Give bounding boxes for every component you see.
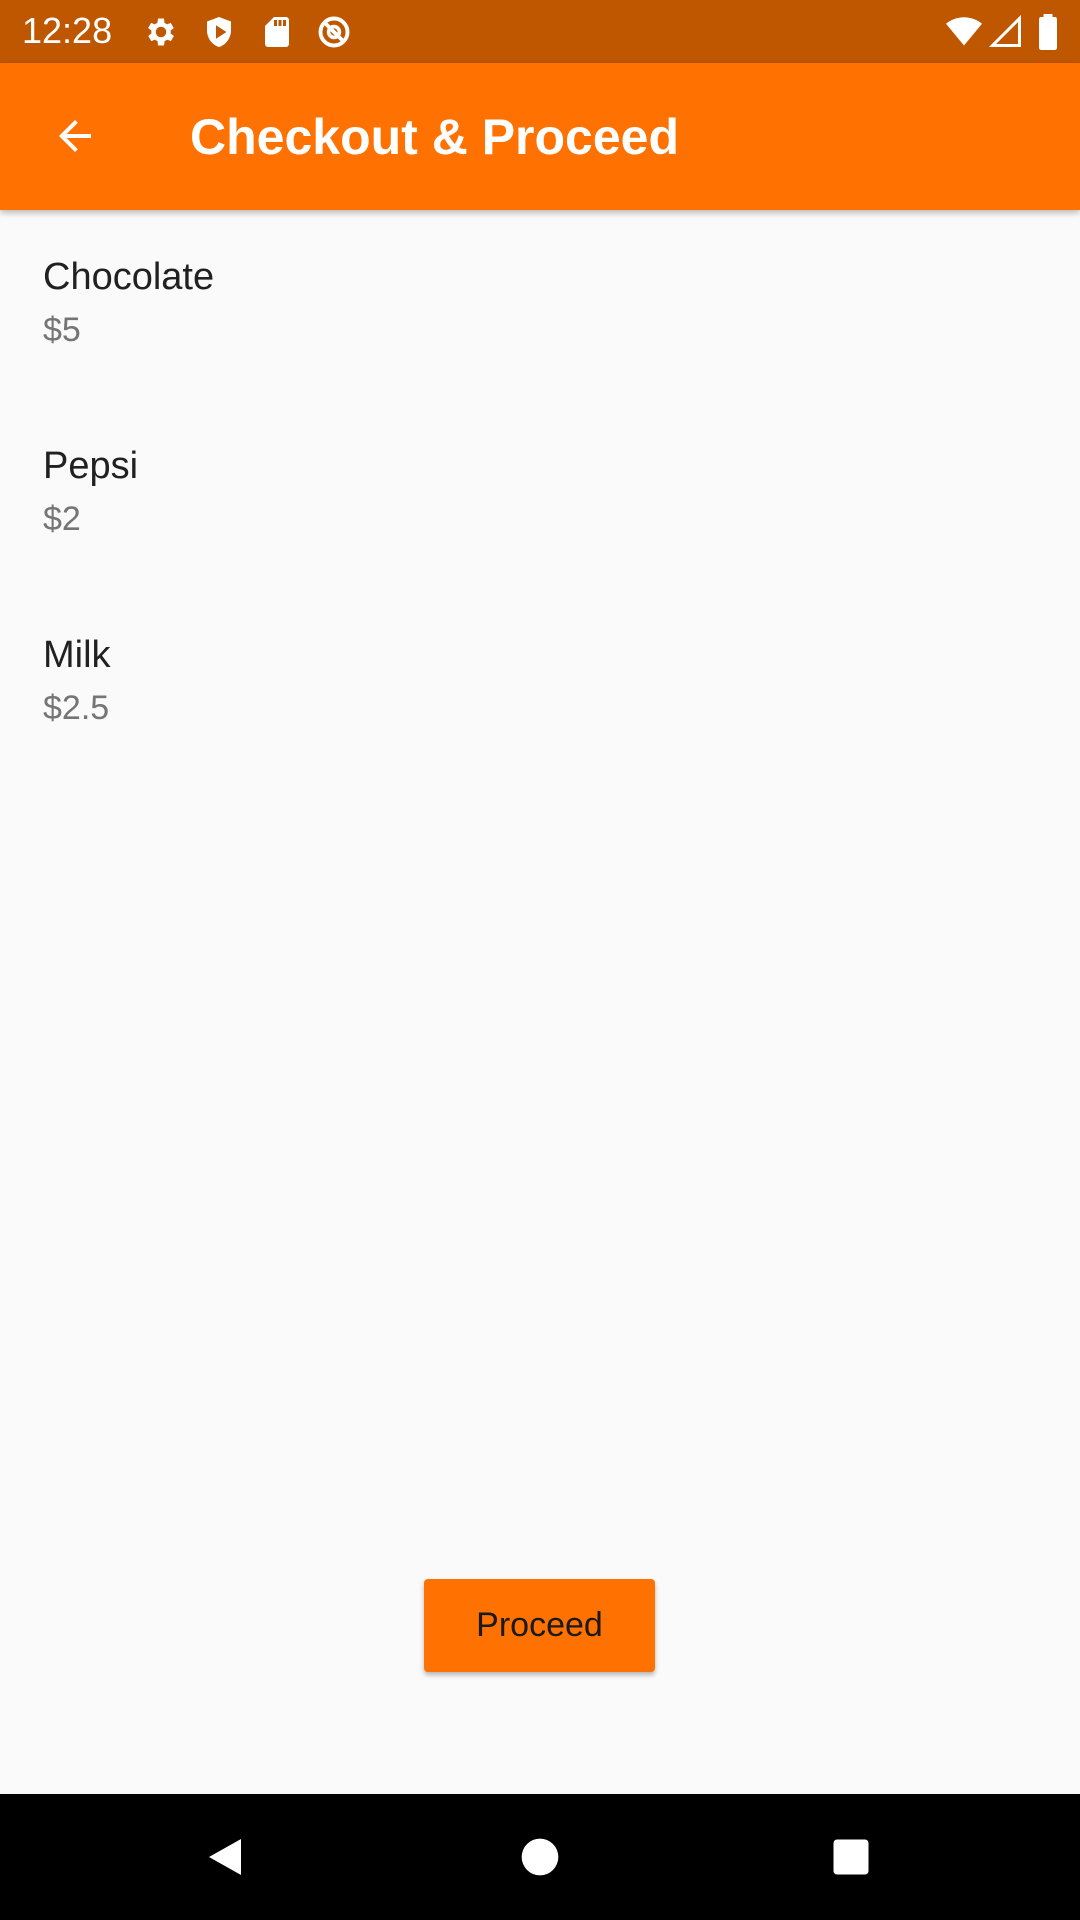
- item-price: $2.5: [43, 689, 110, 727]
- page-title: Checkout & Proceed: [190, 109, 680, 165]
- status-bar: 12:28: [0, 0, 1080, 63]
- item-price: $5: [43, 311, 81, 349]
- item-name: Chocolate: [43, 256, 215, 298]
- arrow-back-icon: [59, 120, 91, 152]
- settings-icon: [143, 14, 179, 50]
- proceed-button[interactable]: Proceed: [424, 1579, 655, 1672]
- nav-home-button[interactable]: [507, 1824, 573, 1890]
- checkout-screen: 12:28 Checkout & Proceed Chocolate $5 Pe…: [0, 0, 1080, 1920]
- item-name: Milk: [43, 634, 111, 676]
- list-item[interactable]: Chocolate $5: [0, 210, 1080, 399]
- shield-play-icon: [201, 14, 237, 50]
- app-bar: Checkout & Proceed: [0, 63, 1080, 210]
- recents-square-icon: [833, 1839, 869, 1875]
- cell-signal-icon: [988, 14, 1024, 50]
- nav-recents-button[interactable]: [818, 1824, 884, 1890]
- list-item[interactable]: Pepsi $2: [0, 399, 1080, 588]
- status-time: 12:28: [22, 10, 113, 51]
- sd-card-icon: [259, 14, 295, 50]
- nav-back-button[interactable]: [192, 1824, 258, 1890]
- item-price: $2: [43, 500, 81, 538]
- list-item[interactable]: Milk $2.5: [0, 588, 1080, 777]
- back-button[interactable]: [30, 91, 120, 181]
- item-name: Pepsi: [43, 445, 139, 487]
- sync-disabled-icon: [316, 14, 352, 50]
- home-circle-icon: [521, 1838, 559, 1876]
- back-triangle-icon: [209, 1839, 241, 1875]
- system-nav-bar: [0, 1794, 1080, 1920]
- wifi-icon: [944, 14, 984, 50]
- battery-icon: [1033, 14, 1063, 50]
- checkout-item-list: Chocolate $5 Pepsi $2 Milk $2.5: [0, 210, 1080, 777]
